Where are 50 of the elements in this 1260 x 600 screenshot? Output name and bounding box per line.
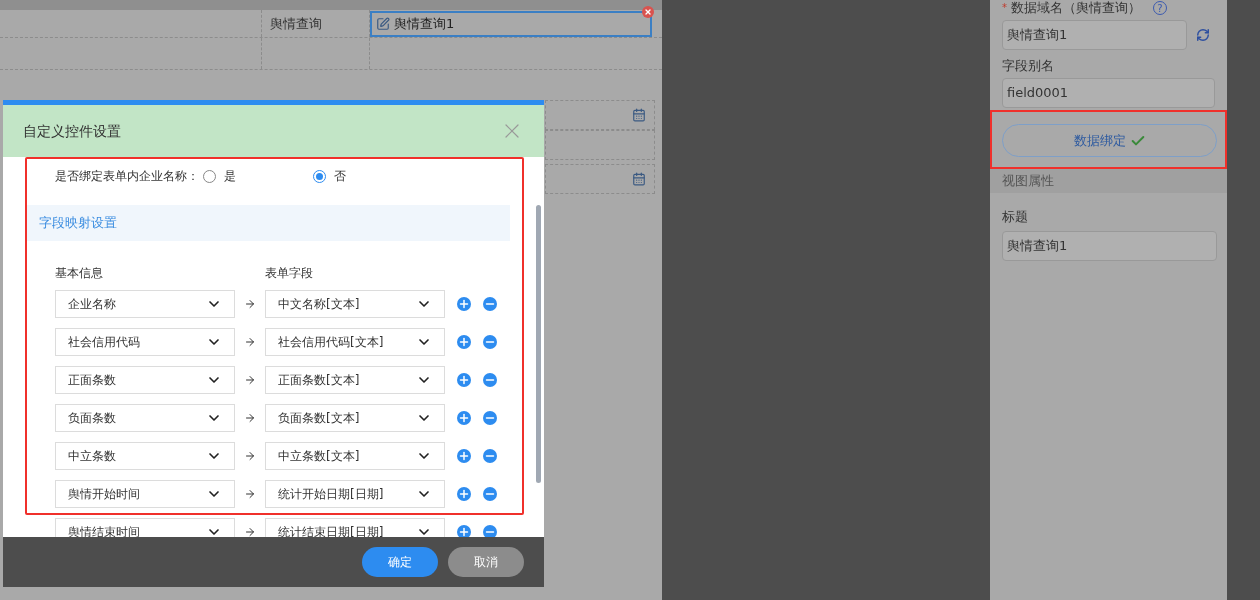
field-label: 数据域名（舆情查询） <box>1011 0 1141 18</box>
select-field[interactable]: 负面条数 <box>55 404 235 432</box>
text-field[interactable]: 舆情查询1 <box>370 11 652 37</box>
remove-icon[interactable] <box>483 525 497 537</box>
select-field[interactable]: 中立条数[文本] <box>265 442 445 470</box>
remove-icon[interactable] <box>483 449 497 463</box>
select-field[interactable]: 统计开始日期[日期] <box>265 480 445 508</box>
add-icon[interactable] <box>457 525 471 537</box>
add-icon[interactable] <box>457 487 471 501</box>
select-field[interactable]: 中立条数 <box>55 442 235 470</box>
dialog-title: 自定义控件设置 <box>23 121 121 141</box>
column-header: 表单字段 <box>265 265 313 282</box>
select-field[interactable]: 统计结束日期[日期] <box>265 518 445 537</box>
calendar-icon[interactable] <box>632 172 646 186</box>
remove-icon[interactable] <box>483 335 497 349</box>
add-icon[interactable] <box>457 373 471 387</box>
refresh-icon[interactable] <box>1196 28 1210 42</box>
column-header: 基本信息 <box>55 265 104 282</box>
remove-icon[interactable] <box>483 373 497 387</box>
radio-option[interactable]: 否 <box>313 167 346 185</box>
select-field[interactable]: 中文名称[文本] <box>265 290 445 318</box>
select-field[interactable]: 企业名称 <box>55 290 235 318</box>
remove-icon[interactable] <box>483 297 497 311</box>
select-field[interactable]: 舆情结束时间 <box>55 518 235 537</box>
select-field[interactable]: 正面条数 <box>55 366 235 394</box>
add-icon[interactable] <box>457 335 471 349</box>
text-field[interactable]: field0001 <box>1002 78 1215 108</box>
calendar-icon[interactable] <box>632 108 646 122</box>
scrollbar[interactable] <box>536 205 541 483</box>
remove-icon[interactable] <box>483 487 497 501</box>
required-mark: * <box>1002 1 1007 15</box>
section-header: 字段映射设置 <box>27 205 510 241</box>
select-field[interactable]: 舆情开始时间 <box>55 480 235 508</box>
remove-icon[interactable] <box>483 411 497 425</box>
add-icon[interactable] <box>457 411 471 425</box>
question-label: 是否绑定表单内企业名称： <box>55 168 199 185</box>
field-label: 舆情查询 <box>270 14 322 33</box>
add-icon[interactable] <box>457 297 471 311</box>
radio-option[interactable]: 是 <box>203 167 313 185</box>
text-field[interactable]: 舆情查询1 <box>1002 230 1217 261</box>
select-field[interactable]: 负面条数[文本] <box>265 404 445 432</box>
field-label: 标题 <box>1002 209 1028 224</box>
edit-icon <box>376 17 390 31</box>
field-label: 字段别名 <box>1002 57 1054 76</box>
select-field[interactable]: 社会信用代码[文本] <box>265 328 445 356</box>
section-header: 视图属性 <box>990 169 1227 193</box>
add-icon[interactable] <box>457 449 471 463</box>
select-field[interactable]: 社会信用代码 <box>55 328 235 356</box>
text-field[interactable]: 舆情查询1 <box>1002 20 1187 50</box>
select-field[interactable]: 正面条数[文本] <box>265 366 445 394</box>
